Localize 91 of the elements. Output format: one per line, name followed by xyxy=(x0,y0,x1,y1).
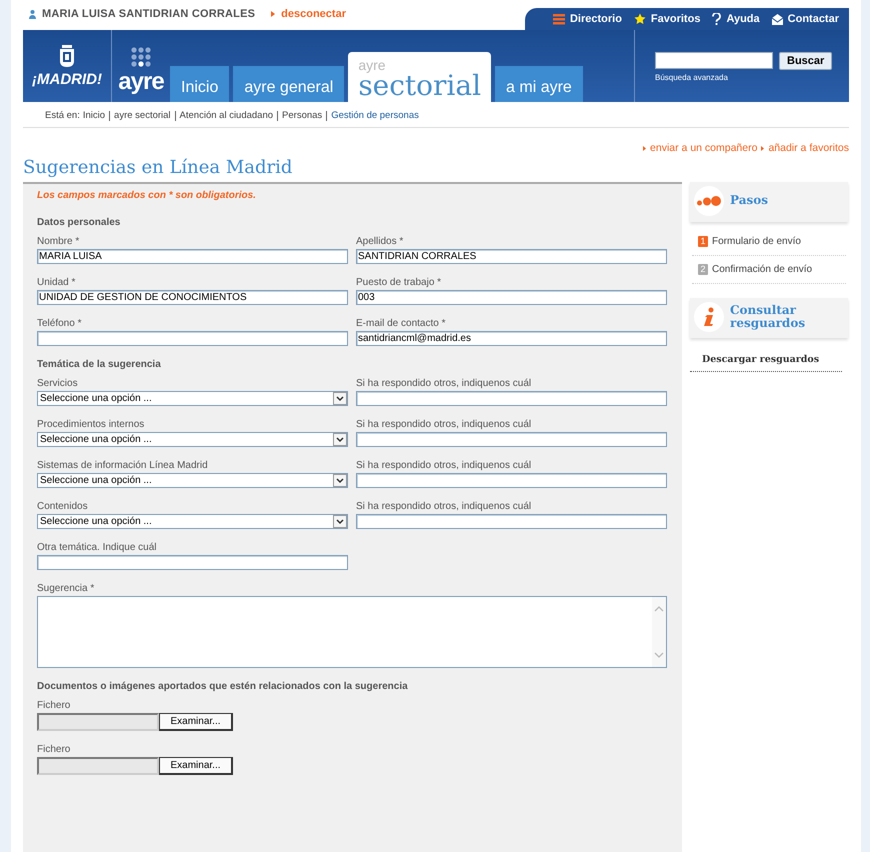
field-label: Si ha respondido otros, indiquenos cuál xyxy=(356,460,532,471)
text-field[interactable]: SANTIDRIAN CORRALES xyxy=(356,249,667,264)
mail-icon xyxy=(772,14,783,24)
top-link[interactable]: Directorio xyxy=(552,13,622,25)
bullet-icon xyxy=(271,11,276,17)
field-label: E-mail de contacto * xyxy=(356,318,446,329)
select-field[interactable]: Seleccione una opción ... xyxy=(37,514,348,529)
field-label: Nombre * xyxy=(37,236,80,247)
field-label: Si ha respondido otros, indiquenos cuál xyxy=(356,419,532,430)
user-icon xyxy=(29,10,36,18)
text-field[interactable]: UNIDAD DE GESTION DE CONOCIMIENTOS xyxy=(37,290,348,305)
textarea-field[interactable] xyxy=(37,596,667,668)
nav-tab[interactable]: Inicio xyxy=(170,66,230,102)
nav-tab[interactable]: a mi ayre xyxy=(495,66,583,102)
scroll-up-icon[interactable] xyxy=(654,605,664,612)
field-label: Unidad * xyxy=(37,277,76,288)
scroll-down-icon[interactable] xyxy=(654,652,664,659)
step-number: 1 xyxy=(698,236,708,247)
search-field[interactable] xyxy=(655,52,773,69)
breadcrumb-link[interactable]: Personas xyxy=(282,110,322,121)
required-note: Los campos marcados con * son obligatorios. xyxy=(37,190,257,201)
field-label: Si ha respondido otros, indiquenos cuál xyxy=(356,378,532,389)
file-field[interactable] xyxy=(37,757,159,775)
step-label: Formulario de envío xyxy=(712,236,801,247)
section-heading: Documentos o imágenes aportados que estén relacionados con la sugerencia xyxy=(37,681,409,692)
field-label: Si ha respondido otros, indiquenos cuál xyxy=(356,501,532,512)
breadcrumb-link[interactable]: Gestión de personas xyxy=(331,110,419,121)
text-field[interactable]: 003 xyxy=(356,290,667,305)
top-link[interactable]: Ayuda xyxy=(712,13,760,25)
download-link[interactable]: Descargar resguardos xyxy=(690,348,842,372)
step-number: 2 xyxy=(698,264,708,275)
field-label: Otra temática. Indique cuál xyxy=(37,542,158,553)
top-link-label: Directorio xyxy=(570,13,622,25)
field-label: Puesto de trabajo * xyxy=(356,277,442,288)
top-link-label: Favoritos xyxy=(650,13,700,25)
select-field[interactable]: Seleccione una opción ... xyxy=(37,432,348,447)
list-icon xyxy=(552,14,565,24)
advanced-search-link[interactable]: Búsqueda avanzada xyxy=(655,73,849,82)
field-label: Fichero xyxy=(37,700,72,711)
section-heading: Temática de la sugerencia xyxy=(37,359,162,370)
help-icon xyxy=(712,13,722,25)
crest-icon xyxy=(60,44,74,66)
text-field[interactable] xyxy=(356,391,667,406)
search-button[interactable]: Buscar xyxy=(779,52,832,70)
text-field[interactable] xyxy=(37,331,348,346)
breadcrumb-prefix: Está en: xyxy=(45,110,80,121)
dots-icon xyxy=(131,47,151,67)
bullet-icon xyxy=(761,146,764,150)
breadcrumb-link[interactable]: Atención al ciudadano xyxy=(180,110,274,121)
field-label: Servicios xyxy=(37,378,79,389)
field-label: Teléfono * xyxy=(37,318,82,329)
text-field[interactable]: santidriancml@madrid.es xyxy=(356,331,667,346)
section-heading: Datos personales xyxy=(37,217,122,228)
page-title: Sugerencias en Línea Madrid xyxy=(23,156,294,180)
field-label: Fichero xyxy=(37,744,72,755)
nav-tab[interactable]: ayre general xyxy=(233,66,344,102)
bullet-icon xyxy=(643,146,646,150)
caret-icon xyxy=(333,515,347,528)
ayre-logo: ayre xyxy=(118,70,164,94)
text-field[interactable] xyxy=(356,473,667,488)
field-label: Sistemas de información Línea Madrid xyxy=(37,460,209,471)
star-icon xyxy=(634,13,646,25)
steps-title: Pasos xyxy=(730,194,768,208)
top-link[interactable]: Contactar xyxy=(772,13,839,25)
select-field[interactable]: Seleccione una opción ... xyxy=(37,391,348,406)
field-label: Procedimientos internos xyxy=(37,419,146,430)
file-field[interactable] xyxy=(37,713,159,731)
field-label: Apellidos * xyxy=(356,236,404,247)
text-field[interactable]: MARIA LUISA xyxy=(37,249,348,264)
city-logo: ¡MADRID! xyxy=(32,70,102,88)
field-label: Contenidos xyxy=(37,501,89,512)
user-name: MARIA LUISA SANTIDRIAN CORRALES xyxy=(42,8,256,20)
text-field[interactable] xyxy=(356,432,667,447)
browse-button[interactable]: Examinar... xyxy=(159,713,233,731)
top-link-label: Ayuda xyxy=(726,13,760,25)
breadcrumb-link[interactable]: ayre sectorial xyxy=(114,110,171,121)
browse-button[interactable]: Examinar... xyxy=(159,757,233,775)
text-field[interactable] xyxy=(356,514,667,529)
top-link[interactable]: Favoritos xyxy=(634,13,700,25)
receipts-title: Consultar resguardos xyxy=(730,304,806,330)
breadcrumb-link[interactable]: Inicio xyxy=(82,110,106,121)
select-field[interactable]: Seleccione una opción ... xyxy=(37,473,348,488)
dots-icon xyxy=(697,196,721,206)
caret-icon xyxy=(333,474,347,487)
field-label: Sugerencia * xyxy=(37,583,96,594)
caret-icon xyxy=(333,392,347,405)
top-link-label: Contactar xyxy=(788,13,839,25)
info-icon xyxy=(703,307,715,327)
caret-icon xyxy=(333,433,347,446)
text-field[interactable] xyxy=(37,555,348,570)
step-label: Confirmación de envío xyxy=(712,264,812,275)
